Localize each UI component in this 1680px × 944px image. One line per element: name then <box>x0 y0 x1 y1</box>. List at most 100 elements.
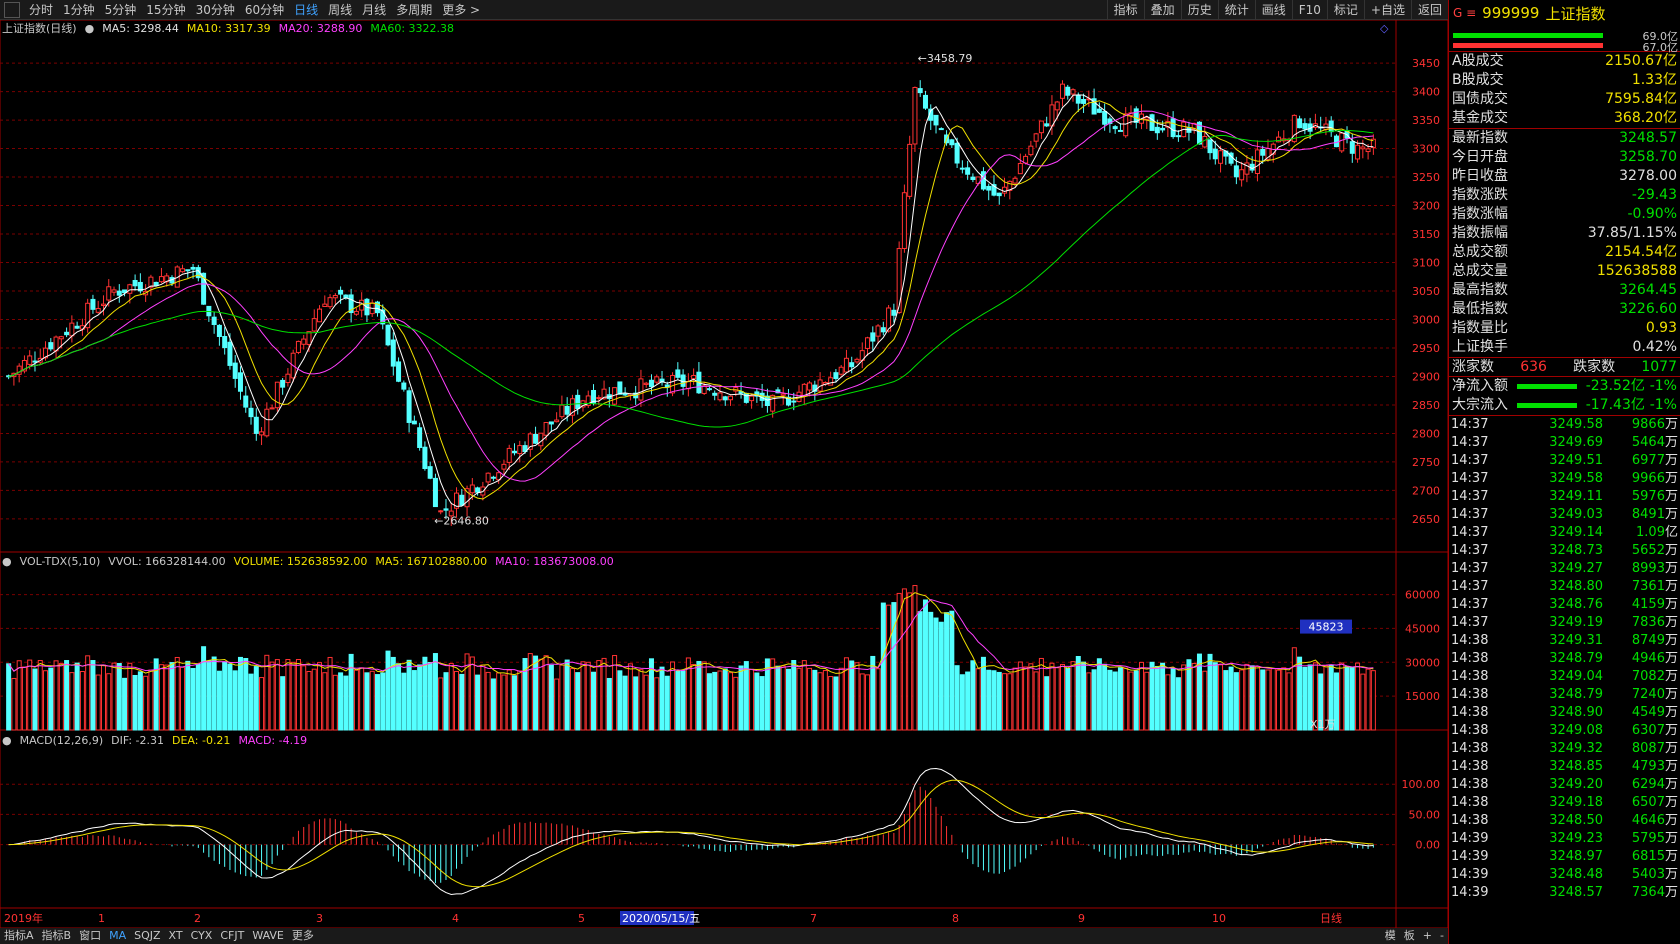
toolbar-button[interactable]: +自选 <box>1363 0 1411 20</box>
price-tick: 2700 <box>1412 484 1440 497</box>
indicator-tab[interactable]: MA <box>105 928 130 944</box>
volume-bar <box>227 663 233 731</box>
volume-bar <box>722 668 728 731</box>
candle-body <box>801 383 807 397</box>
bottom-control[interactable]: 板 <box>1400 928 1419 944</box>
indicator-tab[interactable]: XT <box>165 928 187 944</box>
tick-time: 14:38 <box>1451 669 1489 684</box>
tick-vol-num: 8749 <box>1631 633 1665 648</box>
indicator-tab[interactable]: CYX <box>187 928 217 944</box>
volume-bar <box>74 662 80 731</box>
bottom-right-controls: 模板 + - <box>1381 928 1448 944</box>
tick-price: 3248.57 <box>1549 885 1603 900</box>
tick-vol-unit: 万 <box>1664 831 1678 846</box>
bottom-control[interactable]: 模 <box>1381 928 1400 944</box>
tick-list[interactable]: 14:37 3249.58 9866万 14:37 3249.69 5464万 14:37 3… <box>1449 416 1680 902</box>
toolbar-button[interactable]: 叠加 <box>1143 0 1181 20</box>
candle-body <box>617 381 623 395</box>
indicator-tab[interactable]: 指标A <box>0 928 38 944</box>
volume-bar <box>670 661 676 731</box>
tick-price: 3249.03 <box>1549 507 1603 522</box>
tick-volume: 6977万 <box>1603 452 1678 470</box>
volume-bar <box>158 664 164 731</box>
volume-bar <box>743 661 749 731</box>
volume-bar <box>1128 671 1134 731</box>
window-icon[interactable] <box>4 1 20 18</box>
indicator-tab[interactable]: SQJZ <box>130 928 164 944</box>
settings-icon[interactable]: ● <box>85 22 95 35</box>
period-tab[interactable]: 多周期 <box>391 0 437 20</box>
indicator-tab[interactable]: 窗口 <box>75 928 105 944</box>
period-tab[interactable]: 5分钟 <box>100 0 142 20</box>
period-tab[interactable]: 30分钟 <box>191 0 240 20</box>
candle-body <box>132 279 138 287</box>
toolbar-button[interactable]: 返回 <box>1410 0 1448 20</box>
volume-bar <box>338 672 344 731</box>
candle-body <box>685 381 691 390</box>
bottom-control[interactable]: + <box>1419 928 1436 944</box>
candle-body <box>807 382 813 391</box>
period-tab[interactable]: 分时 <box>24 0 58 20</box>
indicator-tab[interactable]: WAVE <box>248 928 288 944</box>
period-tab[interactable]: 15分钟 <box>141 0 190 20</box>
bottom-control[interactable]: - <box>1436 928 1448 944</box>
volume-bar <box>64 660 70 731</box>
volume-bar <box>1297 656 1303 731</box>
indicator-tab[interactable]: CFJT <box>216 928 248 944</box>
volume-bar <box>511 675 517 731</box>
code-prefix: G ≡ <box>1453 6 1477 20</box>
flow-row: 净流入额 -23.52亿 -1% <box>1449 377 1680 396</box>
candle-body <box>1065 86 1071 96</box>
stat-row-label: 今日开盘 <box>1452 149 1508 165</box>
flow-value: -23.52亿 <box>1585 378 1645 394</box>
tick-vol-unit: 万 <box>1664 633 1678 648</box>
volume-bar <box>828 676 834 731</box>
period-tab[interactable]: 日线 <box>289 0 323 20</box>
volume-bar <box>1212 662 1218 731</box>
candle-body <box>1339 132 1345 152</box>
toolbar-button[interactable]: 指标 <box>1106 0 1144 20</box>
volume-bar <box>965 671 971 731</box>
tick-volume: 8491万 <box>1603 506 1678 524</box>
toolbar-button[interactable]: F10 <box>1291 0 1327 20</box>
tick-row: 14:37 3248.73 5652万 <box>1449 542 1680 560</box>
period-tab[interactable]: 1分钟 <box>58 0 100 20</box>
indicator-tab[interactable]: 指标B <box>38 928 76 944</box>
volume-bar <box>485 671 491 731</box>
kline-chart-area[interactable]: 3450 3400 3350 3300 3250 3200 3150 3100 3050 3000… <box>0 20 1448 928</box>
candle-body <box>1260 148 1266 156</box>
candle-body <box>1365 148 1371 153</box>
volume-bar <box>796 667 802 731</box>
tick-vol-unit: 万 <box>1664 723 1678 738</box>
period-tab[interactable]: 月线 <box>357 0 391 20</box>
toolbar-button[interactable]: 画线 <box>1254 0 1292 20</box>
volume-bar <box>58 663 64 731</box>
volume-bar <box>280 676 286 731</box>
volume-bar <box>1086 672 1092 731</box>
toolbar-button[interactable]: 统计 <box>1217 0 1255 20</box>
volume-bar <box>1070 661 1076 731</box>
stat-row: 上证换手 0.42% <box>1449 338 1680 357</box>
volume-bar <box>380 672 386 731</box>
period-tab[interactable]: 周线 <box>323 0 357 20</box>
volume-bar <box>6 663 12 731</box>
volume-bar <box>612 655 618 731</box>
period-tab[interactable]: 60分钟 <box>240 0 289 20</box>
turnover-row-label: A股成交 <box>1452 53 1504 69</box>
toolbar-button[interactable]: 标记 <box>1326 0 1364 20</box>
stat-row-value: -0.90% <box>1627 206 1677 222</box>
candle-body <box>954 142 960 164</box>
candle-body <box>90 298 96 310</box>
candle-body <box>1112 126 1118 130</box>
indicator-tab[interactable]: 更多 <box>288 928 318 944</box>
candle-body <box>443 508 449 511</box>
volume-bar <box>801 660 807 731</box>
settings-icon[interactable]: ● <box>2 555 12 568</box>
settings-icon[interactable]: ● <box>2 734 12 747</box>
volume-bar <box>475 674 481 731</box>
tick-volume: 5652万 <box>1603 542 1678 560</box>
period-tab[interactable]: 更多 > <box>437 0 485 20</box>
toolbar-button[interactable]: 历史 <box>1180 0 1218 20</box>
candle-body <box>543 421 549 436</box>
turnover-row-label: 国债成交 <box>1452 91 1508 107</box>
